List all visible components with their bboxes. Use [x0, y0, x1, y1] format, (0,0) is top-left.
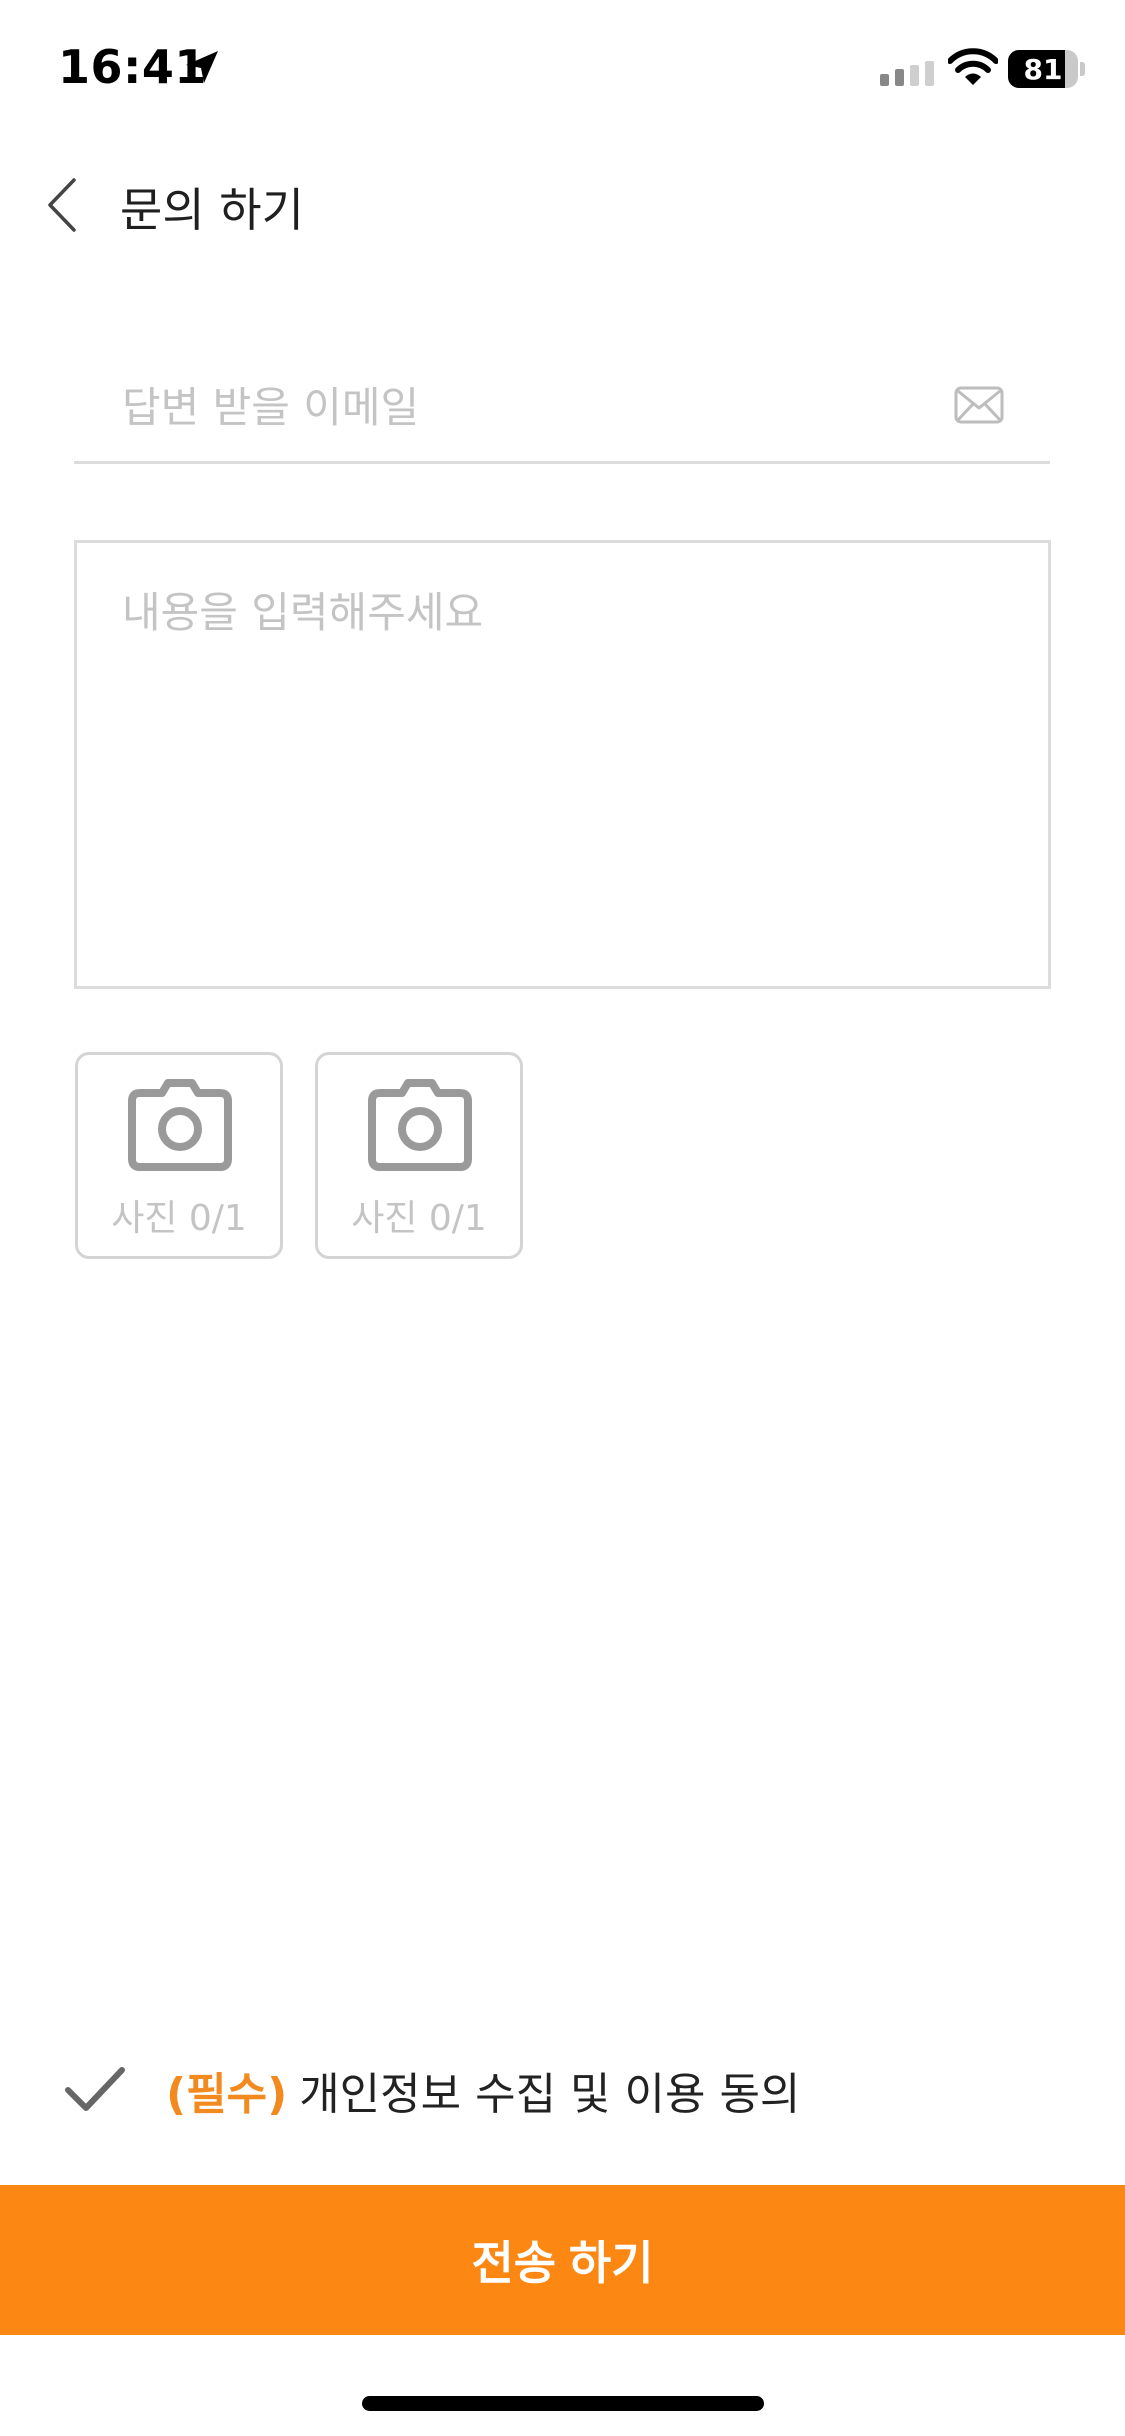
privacy-consent-checkbox[interactable]: (필수) 개인정보 수집 및 이용 동의: [60, 2050, 1060, 2130]
chevron-left-icon: [48, 178, 76, 232]
status-bar: 16:41 81: [0, 0, 1125, 140]
camera-icon: [128, 1079, 232, 1171]
cellular-signal-icon: [880, 61, 934, 86]
photo-upload-slot-1[interactable]: 사진 0/1: [75, 1052, 283, 1259]
photo-upload-slot-2[interactable]: 사진 0/1: [315, 1052, 523, 1259]
battery-level: 81: [1023, 52, 1063, 86]
email-field: [74, 360, 1050, 464]
location-arrow-icon: [186, 51, 218, 83]
camera-icon: [368, 1079, 472, 1171]
battery-icon: 81: [1008, 50, 1085, 88]
photo-count-label: 사진 0/1: [351, 1198, 487, 1239]
page-title: 문의 하기: [120, 183, 304, 237]
home-indicator: [362, 2396, 764, 2411]
photo-count-label: 사진 0/1: [111, 1198, 247, 1239]
submit-label: 전송 하기: [471, 2237, 654, 2289]
wifi-icon: [948, 48, 998, 85]
back-button[interactable]: [34, 172, 94, 238]
content-box: [74, 540, 1051, 989]
mail-icon: [954, 386, 1004, 424]
header: 문의 하기: [0, 150, 1125, 260]
inquiry-screen: 16:41 81 문의 하기 답변 받을 이메일 내용을 입력해주세요 사진 0…: [0, 0, 1125, 2436]
email-input[interactable]: [122, 372, 962, 442]
check-icon: [65, 2067, 125, 2111]
content-textarea[interactable]: [122, 579, 1002, 949]
consent-required-label: (필수): [166, 2069, 288, 2120]
consent-text: 개인정보 수집 및 이용 동의: [299, 2069, 801, 2120]
submit-button[interactable]: 전송 하기: [0, 2185, 1125, 2335]
